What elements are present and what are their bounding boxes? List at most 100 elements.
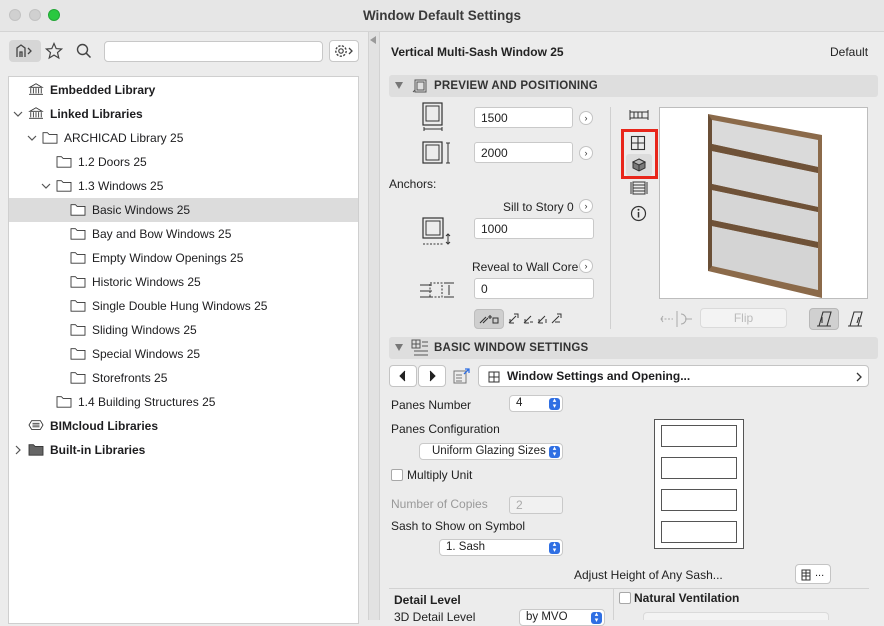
sash-symbol-select[interactable]: 1. Sash ▴ ▾ bbox=[439, 539, 563, 556]
adjust-button-ellipsis: ... bbox=[815, 567, 825, 579]
library-icon bbox=[28, 83, 44, 95]
page-bookmark-icon bbox=[453, 368, 470, 384]
3d-detail-level-label: 3D Detail Level bbox=[394, 610, 476, 624]
anchor-type-3-icon[interactable] bbox=[523, 313, 535, 325]
anchor-type-5-icon[interactable] bbox=[551, 313, 563, 325]
tree-item[interactable]: Bay and Bow Windows 25 bbox=[9, 222, 358, 246]
settings-pane: Vertical Multi-Sash Window 25 Default PR… bbox=[381, 32, 884, 626]
tree-item[interactable]: Single Double Hung Windows 25 bbox=[9, 294, 358, 318]
3d-detail-level-select[interactable]: by MVO ▴ ▾ bbox=[519, 609, 605, 626]
tree-item[interactable]: Basic Windows 25 bbox=[9, 198, 358, 222]
chevron-right-icon[interactable] bbox=[13, 445, 23, 455]
collapse-triangle-icon[interactable] bbox=[395, 82, 403, 89]
info-icon[interactable] bbox=[630, 205, 647, 222]
tree-item[interactable]: 1.3 Windows 25 bbox=[9, 174, 358, 198]
chevron-down-icon[interactable] bbox=[41, 181, 51, 191]
tree-item[interactable]: Special Windows 25 bbox=[9, 342, 358, 366]
gear-icon bbox=[335, 45, 353, 57]
anchor-type-4-icon[interactable] bbox=[537, 313, 549, 325]
anchor-point-active-button[interactable] bbox=[474, 309, 504, 329]
tree-item[interactable]: 1.2 Doors 25 bbox=[9, 150, 358, 174]
collapse-arrow-icon[interactable] bbox=[370, 36, 376, 44]
library-toolbar bbox=[0, 32, 368, 76]
tree-item-label: BIMcloud Libraries bbox=[50, 419, 159, 433]
object-view-toggle-button[interactable] bbox=[9, 40, 41, 62]
next-page-button[interactable] bbox=[418, 365, 446, 387]
tree-item[interactable]: Sliding Windows 25 bbox=[9, 318, 358, 342]
plan-view-icon[interactable] bbox=[629, 108, 649, 122]
page-selector-dropdown[interactable]: Window Settings and Opening... bbox=[478, 365, 869, 387]
sill-options-button[interactable]: › bbox=[579, 199, 593, 213]
basic-settings-icon bbox=[411, 339, 428, 356]
pane-splitter[interactable] bbox=[368, 32, 380, 620]
sash-symbol-label: Sash to Show on Symbol bbox=[391, 519, 526, 533]
tree-item[interactable]: Empty Window Openings 25 bbox=[9, 246, 358, 270]
sash-symbol-stepper-icon: ▴ ▾ bbox=[549, 541, 560, 554]
mirror-icon[interactable] bbox=[659, 310, 695, 328]
multiply-unit-checkbox[interactable] bbox=[391, 469, 403, 481]
reveal-icon bbox=[420, 282, 454, 298]
width-options-button[interactable]: › bbox=[579, 111, 593, 125]
opening-side-left-button[interactable] bbox=[809, 308, 839, 330]
preview-section-header[interactable]: PREVIEW AND POSITIONING bbox=[389, 75, 878, 97]
library-search-input[interactable] bbox=[104, 41, 323, 62]
height-options-button[interactable]: › bbox=[579, 146, 593, 160]
title-bar: Window Default Settings bbox=[0, 0, 884, 32]
basic-settings-section-header[interactable]: BASIC WINDOW SETTINGS bbox=[389, 337, 878, 359]
natural-ventilation-checkbox[interactable] bbox=[619, 592, 631, 604]
adjust-sash-height-button[interactable]: ... bbox=[795, 564, 831, 584]
library-icon bbox=[28, 107, 44, 119]
anchor-type-2-icon[interactable] bbox=[508, 313, 520, 325]
folder-icon bbox=[70, 348, 86, 360]
basic-settings-section-title: BASIC WINDOW SETTINGS bbox=[434, 342, 589, 354]
object-name: Vertical Multi-Sash Window 25 bbox=[391, 45, 564, 59]
sash-3[interactable] bbox=[661, 489, 737, 511]
flip-button[interactable]: Flip bbox=[700, 308, 787, 328]
sash-4[interactable] bbox=[661, 521, 737, 543]
door-opening-right-icon[interactable] bbox=[846, 310, 864, 328]
chevron-down-icon[interactable] bbox=[13, 109, 23, 119]
natural-ventilation-label: Natural Ventilation bbox=[634, 591, 740, 605]
sash-2[interactable] bbox=[661, 457, 737, 479]
sash-schematic[interactable] bbox=[654, 419, 744, 549]
preview-positioning-icon bbox=[412, 79, 427, 93]
previous-page-button[interactable] bbox=[389, 365, 417, 387]
anchors-label: Anchors: bbox=[389, 177, 437, 191]
width-field[interactable] bbox=[474, 107, 573, 128]
height-icon bbox=[422, 141, 450, 164]
sash-table-icon bbox=[801, 569, 811, 581]
search-button[interactable] bbox=[74, 41, 94, 61]
3d-preview[interactable] bbox=[659, 107, 868, 299]
tree-item-label: Storefronts 25 bbox=[92, 371, 168, 385]
favorites-button[interactable] bbox=[44, 41, 64, 61]
tree-item[interactable]: 1.4 Building Structures 25 bbox=[9, 390, 358, 414]
panes-config-label: Panes Configuration bbox=[391, 422, 500, 436]
door-opening-left-icon bbox=[817, 311, 832, 327]
reveal-field[interactable] bbox=[474, 278, 594, 299]
folder-icon bbox=[70, 204, 86, 216]
collapse-triangle-icon[interactable] bbox=[395, 344, 403, 351]
tree-item[interactable]: BIMcloud Libraries bbox=[9, 414, 358, 438]
3d-detail-level-stepper-icon: ▴ ▾ bbox=[591, 611, 602, 624]
panes-config-select[interactable]: Uniform Glazing Sizes ▴ ▾ bbox=[419, 443, 563, 460]
tree-item[interactable]: Embedded Library bbox=[9, 78, 358, 102]
section-view-icon[interactable] bbox=[630, 181, 648, 195]
tree-item[interactable]: Built-in Libraries bbox=[9, 438, 358, 462]
tree-item-label: Basic Windows 25 bbox=[92, 203, 191, 217]
tree-item[interactable]: Linked Libraries bbox=[9, 102, 358, 126]
folder-icon bbox=[70, 276, 86, 288]
preview-section-title: PREVIEW AND POSITIONING bbox=[434, 80, 598, 92]
reveal-options-button[interactable]: › bbox=[579, 259, 593, 273]
sash-1[interactable] bbox=[661, 425, 737, 447]
tree-item[interactable]: Storefronts 25 bbox=[9, 366, 358, 390]
height-field[interactable] bbox=[474, 142, 573, 163]
chevron-down-icon[interactable] bbox=[27, 133, 37, 143]
sash-symbol-value: 1. Sash bbox=[446, 541, 485, 553]
favorite-page-button[interactable] bbox=[450, 365, 474, 387]
tree-item[interactable]: ARCHICAD Library 25 bbox=[9, 126, 358, 150]
panes-number-select[interactable]: 4 ▴ ▾ bbox=[509, 395, 563, 412]
width-icon bbox=[422, 102, 443, 131]
settings-menu-button[interactable] bbox=[329, 40, 359, 62]
tree-item[interactable]: Historic Windows 25 bbox=[9, 270, 358, 294]
sill-height-field[interactable] bbox=[474, 218, 594, 239]
